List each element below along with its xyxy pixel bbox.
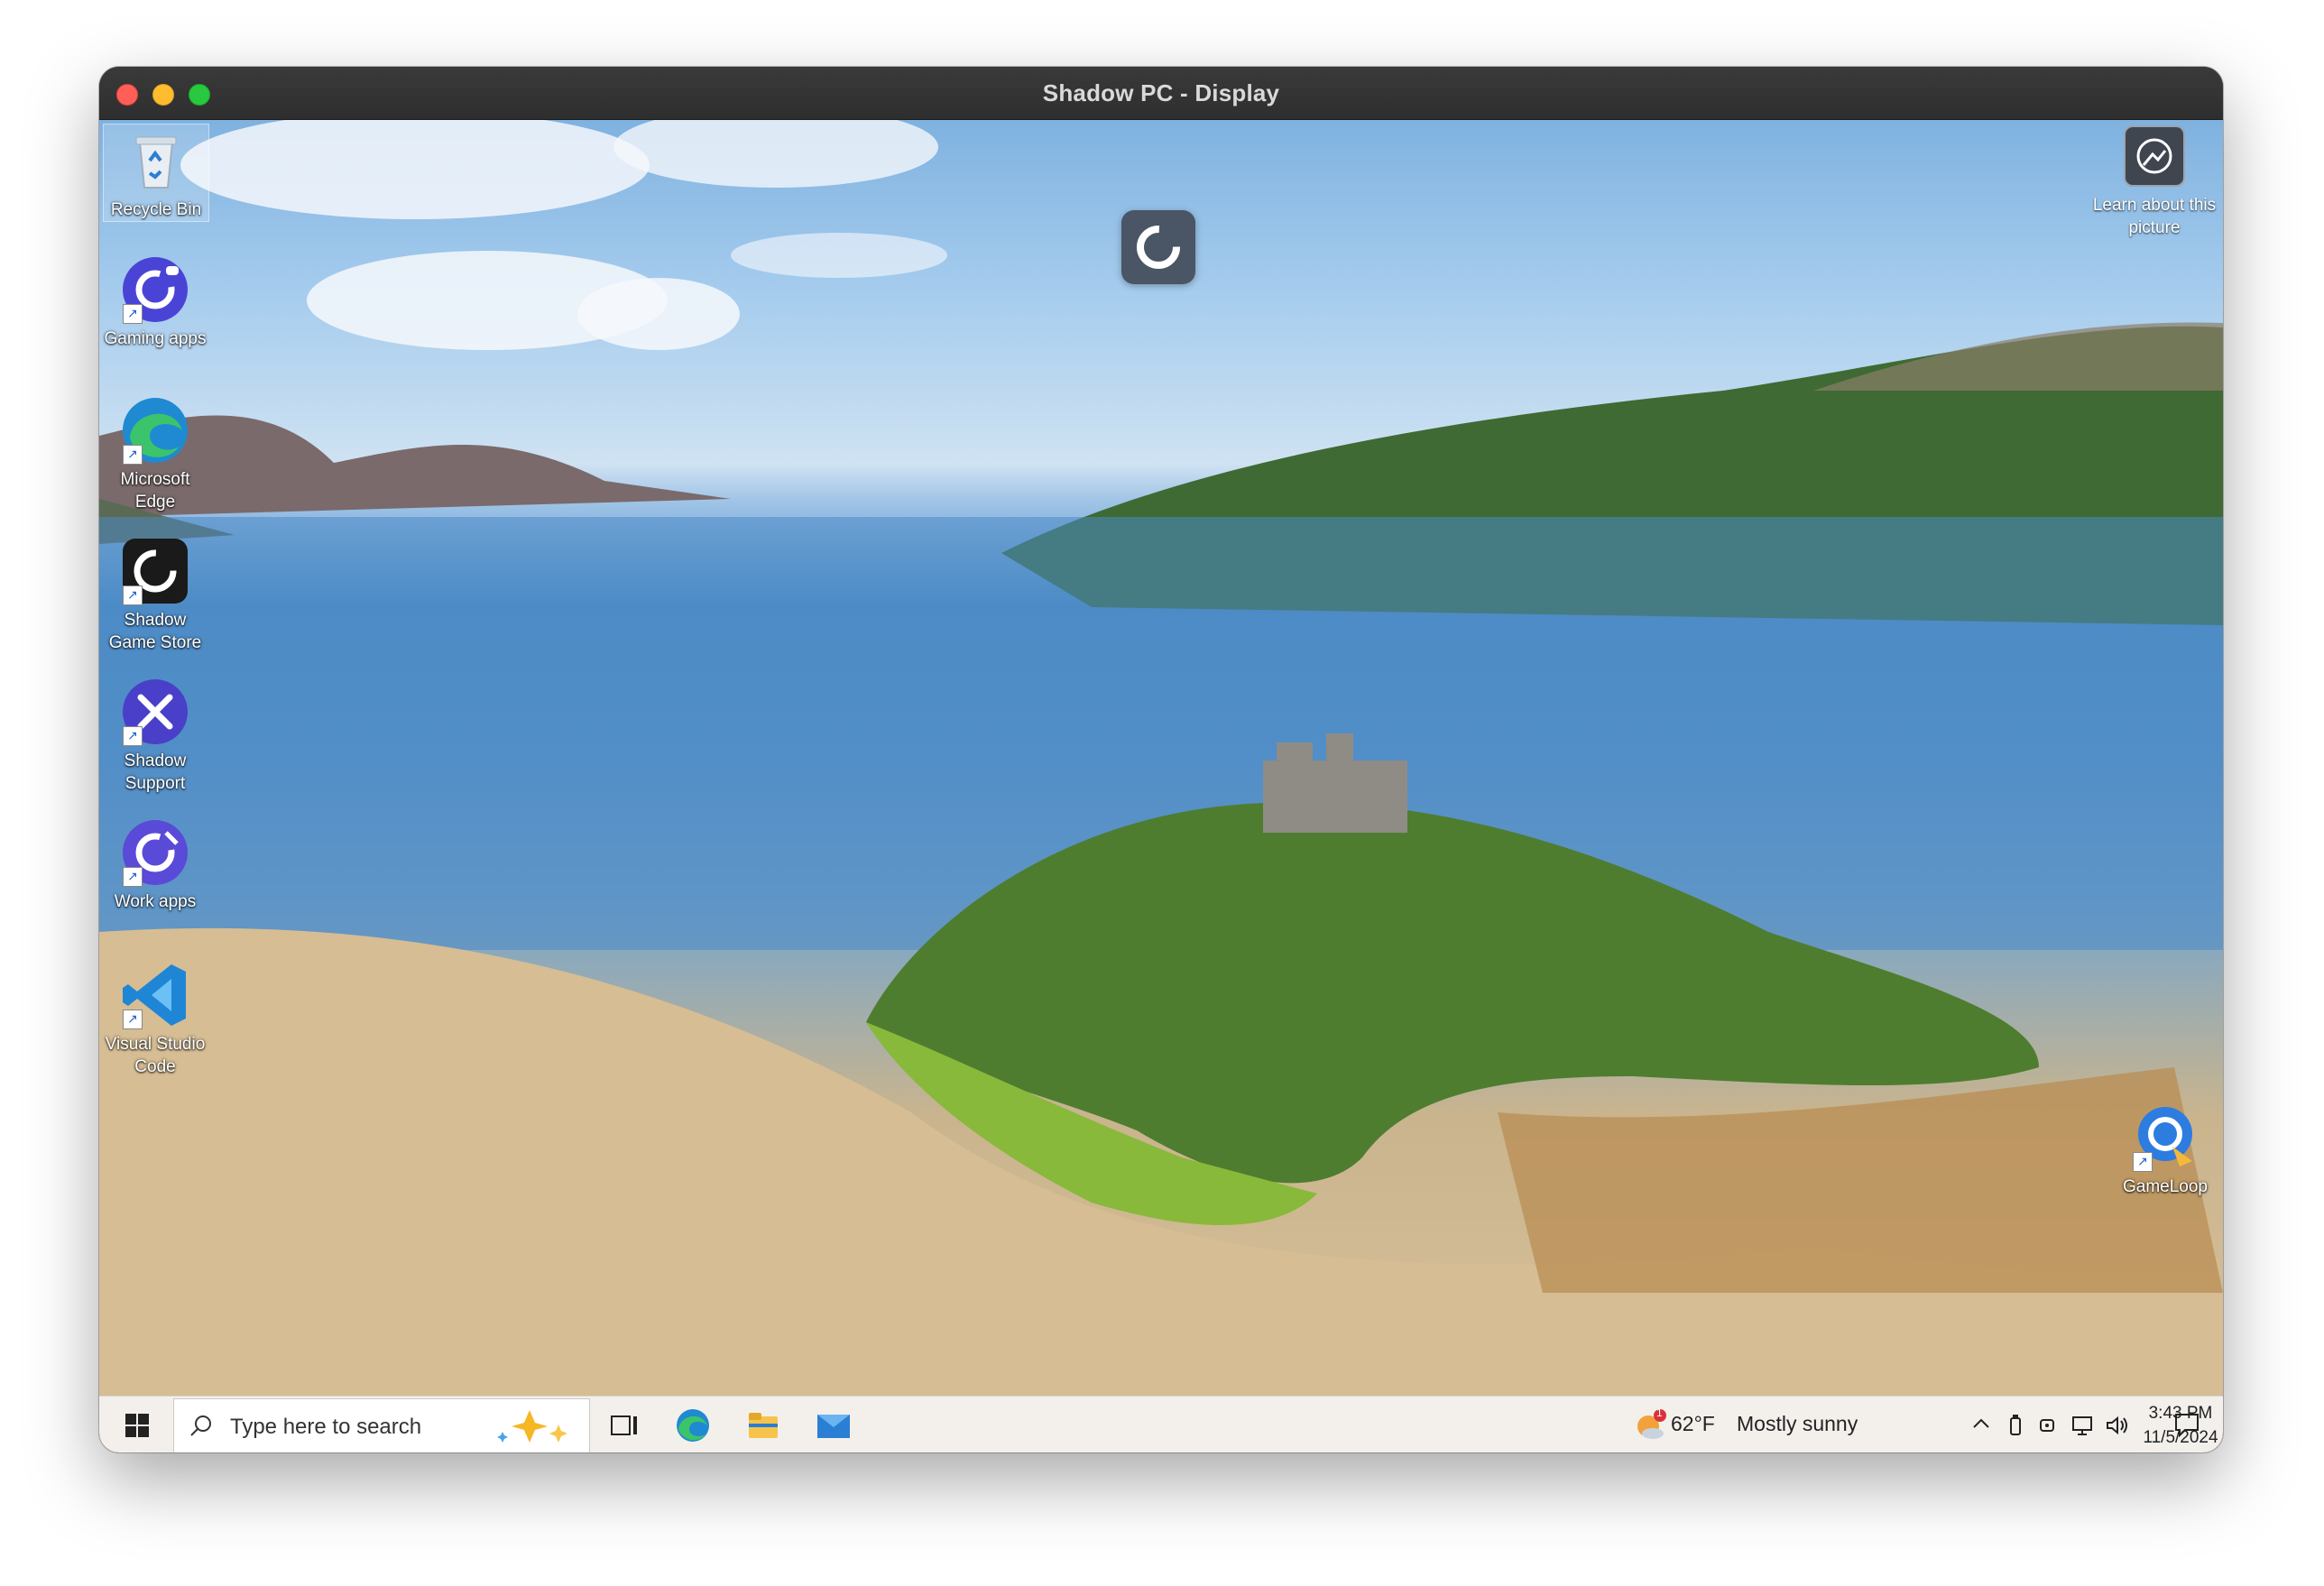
desktop-icon-label: Work apps	[114, 892, 197, 911]
weather-temperature: 62°F	[1671, 1412, 1715, 1435]
weather-description: Mostly sunny	[1737, 1412, 1858, 1435]
window-title: Shadow PC - Display	[1042, 79, 1280, 106]
gameloop-icon: ↗	[2129, 1102, 2201, 1174]
shortcut-arrow-icon: ↗	[2133, 1152, 2153, 1172]
shortcut-arrow-icon: ↗	[123, 586, 143, 605]
shadow-game-store-icon: ↗	[119, 535, 191, 607]
desktop-icon-label: Gaming apps	[104, 329, 207, 348]
desktop[interactable]: Recycle Bin ↗ Gaming apps ↗ Microsoft Ed…	[99, 120, 2223, 1396]
shadow-pc-window: Shadow PC - Display Recycle Bin ↗ Gaming…	[99, 67, 2223, 1452]
start-button[interactable]	[112, 1397, 162, 1452]
desktop-icon-recycle-bin[interactable]: Recycle Bin	[103, 124, 209, 222]
volume-icon[interactable]	[2104, 1413, 2129, 1438]
search-icon	[190, 1415, 211, 1436]
shadow-logo-icon	[1137, 226, 1180, 269]
usb-device-icon[interactable]	[2005, 1413, 2026, 1438]
desktop-icon-shadow-game-store[interactable]: ↗ Shadow Game Store	[99, 535, 211, 654]
taskbar: Type here to search 1 62°F Mostly sunny …	[99, 1396, 2223, 1452]
windows-logo-icon	[125, 1414, 149, 1437]
weather-badge: 1	[1656, 1406, 1663, 1419]
desktop-icon-shadow-support[interactable]: ↗ Shadow Support	[99, 676, 211, 795]
notifications-icon[interactable]	[2172, 1410, 2201, 1439]
search-highlight-icon	[497, 1410, 567, 1443]
mail-icon[interactable]	[814, 1406, 853, 1445]
wallpaper	[99, 120, 2223, 1396]
edge-icon[interactable]	[673, 1406, 713, 1445]
meet-now-icon[interactable]	[2037, 1413, 2059, 1438]
desktop-icon-label: Visual Studio Code	[105, 1035, 206, 1076]
desktop-icon-gaming-apps[interactable]: ↗ Gaming apps	[99, 254, 211, 350]
shadow-control-button[interactable]	[1121, 210, 1195, 284]
title-bar[interactable]: Shadow PC - Display	[99, 67, 2223, 120]
network-icon[interactable]	[2070, 1413, 2095, 1438]
search-placeholder: Type here to search	[230, 1415, 422, 1439]
desktop-icon-gameloop[interactable]: ↗ GameLoop	[2109, 1102, 2221, 1198]
task-view-icon[interactable]	[604, 1406, 644, 1445]
vscode-icon: ↗	[119, 959, 191, 1031]
learn-about-picture-label: Learn about this picture	[2092, 196, 2217, 237]
desktop-icon-label: Shadow Game Store	[108, 611, 202, 652]
desktop-icon-microsoft-edge[interactable]: ↗ Microsoft Edge	[99, 394, 211, 513]
shortcut-arrow-icon: ↗	[123, 304, 143, 324]
shortcut-arrow-icon: ↗	[123, 726, 143, 746]
desktop-icon-label: Recycle Bin	[110, 200, 202, 219]
desktop-icon-label: GameLoop	[2122, 1177, 2208, 1196]
desktop-icon-visual-studio-code[interactable]: ↗ Visual Studio Code	[99, 959, 211, 1078]
file-explorer-icon[interactable]	[743, 1406, 783, 1445]
search-box[interactable]: Type here to search	[173, 1398, 590, 1452]
gaming-apps-icon: ↗	[119, 254, 191, 326]
camera-icon	[2124, 125, 2185, 187]
shortcut-arrow-icon: ↗	[123, 867, 143, 887]
edge-icon: ↗	[119, 394, 191, 466]
shortcut-arrow-icon: ↗	[123, 1010, 143, 1029]
desktop-icon-work-apps[interactable]: ↗ Work apps	[99, 816, 211, 913]
desktop-icon-label: Microsoft Edge	[120, 470, 190, 512]
work-apps-icon: ↗	[119, 816, 191, 889]
shadow-support-icon: ↗	[119, 676, 191, 748]
recycle-bin-icon	[120, 124, 192, 197]
learn-about-picture[interactable]: Learn about this picture	[2091, 125, 2218, 239]
desktop-icon-label: Shadow Support	[124, 752, 187, 793]
shortcut-arrow-icon: ↗	[123, 445, 143, 465]
chevron-up-icon[interactable]	[1970, 1413, 1992, 1434]
